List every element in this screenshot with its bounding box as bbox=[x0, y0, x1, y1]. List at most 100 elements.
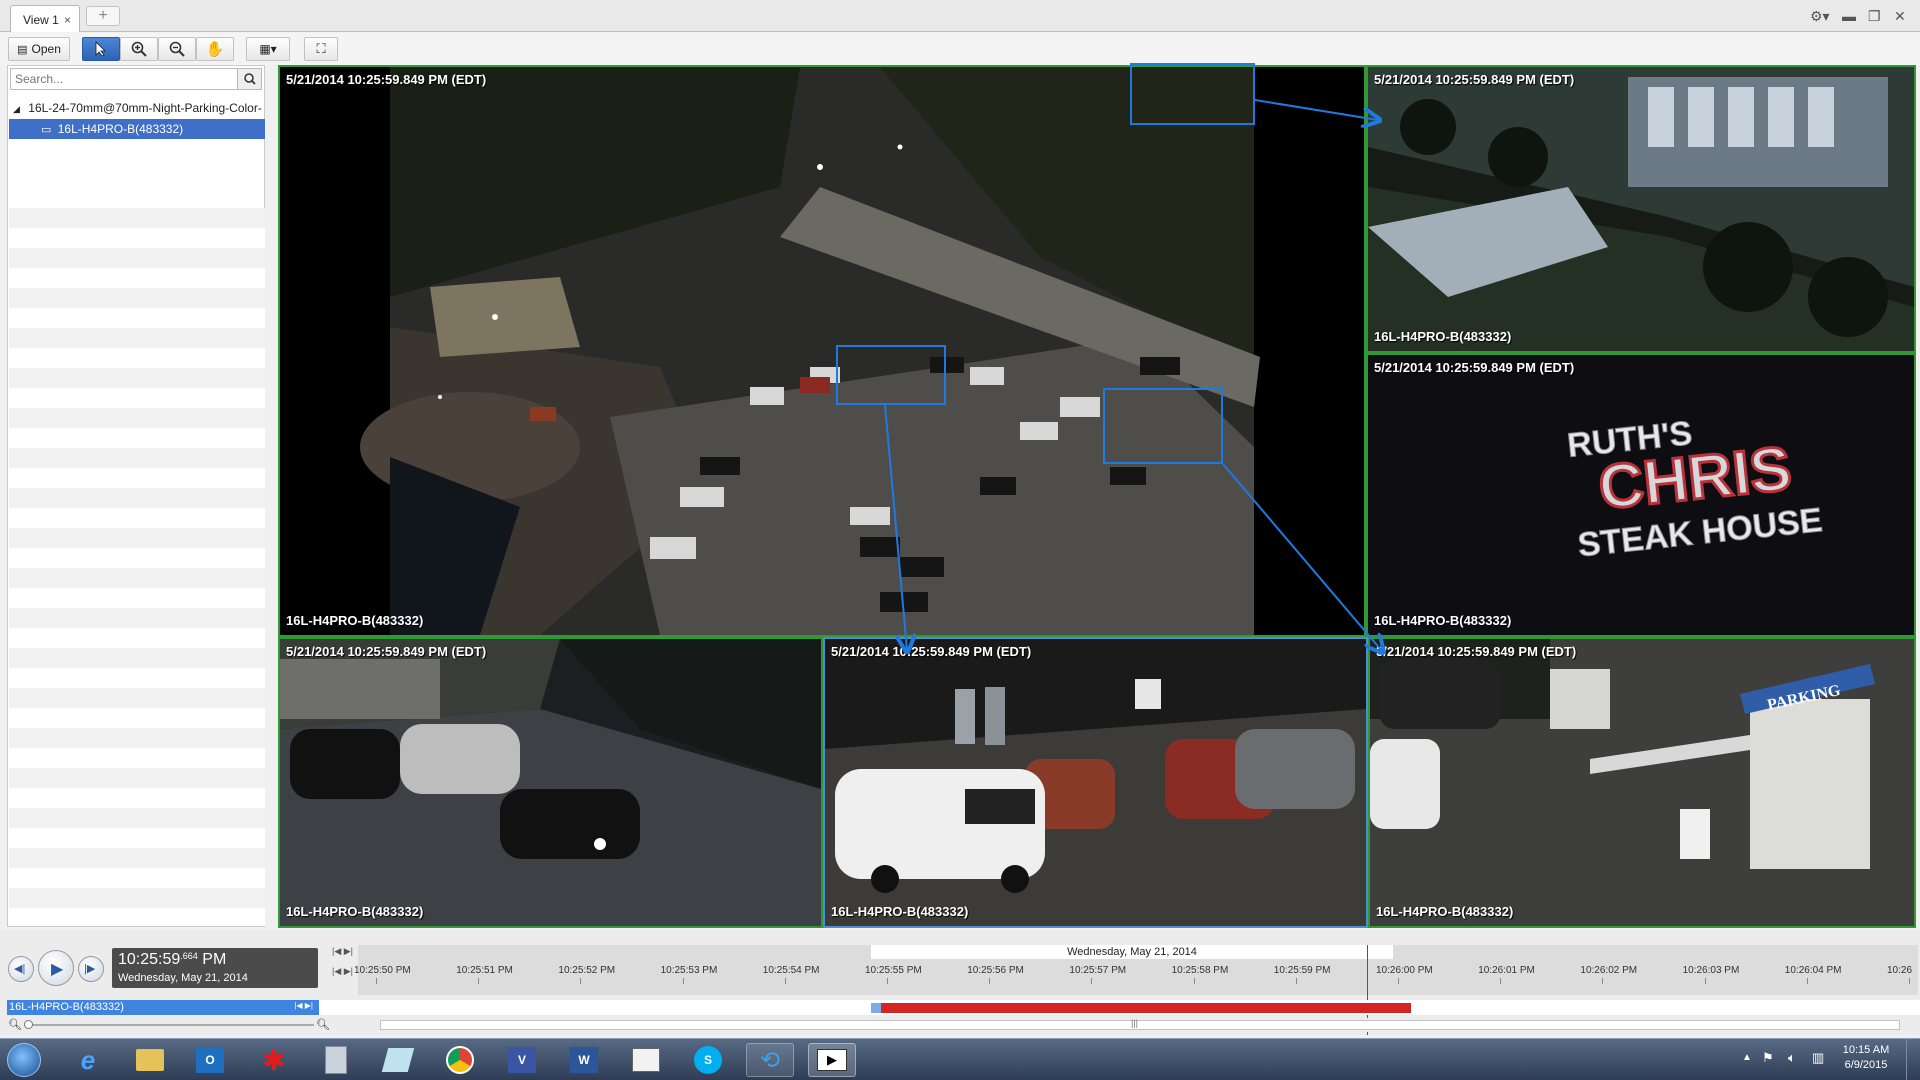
taskbar-player[interactable]: ▶ bbox=[808, 1043, 856, 1077]
zoom-slider[interactable] bbox=[24, 1020, 314, 1029]
time-ampm: PM bbox=[202, 951, 227, 968]
timeline-tick-mark bbox=[1295, 978, 1297, 984]
taskbar-vms-client[interactable]: ⟲ bbox=[746, 1043, 794, 1077]
select-tool-button[interactable] bbox=[82, 37, 120, 61]
timeline-tick-label: 10:26:04 PM bbox=[1784, 965, 1842, 976]
zoom-slider-thumb[interactable] bbox=[24, 1020, 33, 1029]
timeline-tick-mark bbox=[682, 978, 684, 984]
timeline-tick-label: 10:26:01 PM bbox=[1478, 965, 1535, 976]
taskbar-visio[interactable]: V bbox=[498, 1043, 546, 1077]
taskbar-word[interactable]: W bbox=[560, 1043, 608, 1077]
timeline-tick-mark bbox=[989, 978, 991, 984]
step-back-button[interactable]: ◀| bbox=[8, 956, 34, 982]
volume-icon[interactable]: 🔈︎ bbox=[1788, 1050, 1796, 1066]
zoom-out-button[interactable] bbox=[158, 37, 196, 61]
timeline-ruler[interactable]: Wednesday, May 21, 2014 10:25:50 PM 10:25… bbox=[354, 945, 1918, 1035]
tray-expand-icon[interactable]: ▲ bbox=[1742, 1052, 1752, 1063]
network-icon[interactable]: ▥ bbox=[1812, 1050, 1824, 1066]
tile-timestamp: 5/21/2014 10:25:59.849 PM (EDT) bbox=[1374, 72, 1575, 87]
expand-arrow-icon[interactable]: ◢ bbox=[13, 104, 20, 114]
search-button[interactable] bbox=[237, 69, 261, 89]
system-clock[interactable]: 10:15 AM 6/9/2015 bbox=[1836, 1044, 1896, 1071]
timeline-tick-label: 10:25:50 PM bbox=[354, 965, 411, 976]
roi-box-parking[interactable] bbox=[1103, 388, 1223, 464]
timeline-tick-mark bbox=[1091, 978, 1093, 984]
timeline-tick-mark bbox=[580, 978, 582, 984]
taskbar-notes[interactable] bbox=[374, 1043, 422, 1077]
taskbar-calculator[interactable] bbox=[312, 1043, 360, 1077]
clock-date: 6/9/2015 bbox=[1844, 1059, 1888, 1071]
timeline-tick-mark bbox=[1909, 978, 1910, 984]
recording-segment[interactable] bbox=[871, 1003, 1411, 1013]
taskbar-ie[interactable]: e bbox=[64, 1043, 112, 1077]
tile-camera-label: 16L-H4PRO-B(483332) bbox=[1374, 613, 1512, 628]
taskbar-skype[interactable]: S bbox=[684, 1043, 732, 1077]
timeline-tick-mark bbox=[478, 978, 480, 984]
time-milliseconds: .664 bbox=[180, 951, 198, 961]
minimize-icon[interactable]: ▬ bbox=[1842, 8, 1856, 24]
video-tile-roi-street[interactable]: 5/21/2014 10:25:59.849 PM (EDT) 16L-H4PR… bbox=[278, 637, 823, 928]
play-button[interactable]: ▶ bbox=[38, 950, 74, 986]
toolbar: ▤ Open ✋ ▦▾ ⛶ bbox=[0, 33, 1920, 65]
action-center-icon[interactable]: ⚑ bbox=[1762, 1050, 1774, 1066]
close-window-icon[interactable]: ✕ bbox=[1894, 8, 1906, 25]
building-video-frame bbox=[1368, 67, 1914, 351]
zoom-out-small-icon[interactable]: 🔍︎ bbox=[8, 1018, 22, 1031]
fullscreen-button[interactable]: ⛶ bbox=[304, 37, 338, 61]
player-icon: ▶ bbox=[817, 1049, 847, 1071]
video-tile-roi-parking[interactable]: PARKING 5/21/2014 10:25:59.849 PM (EDT) … bbox=[1368, 637, 1916, 928]
tile-camera-label: 16L-H4PRO-B(483332) bbox=[1374, 329, 1512, 344]
video-tile-roi-van[interactable]: 5/21/2014 10:25:59.849 PM (EDT) 16L-H4PR… bbox=[823, 637, 1368, 928]
tree-empty-rows bbox=[9, 208, 265, 926]
skip-start-icon-2[interactable]: |◀ ▶| bbox=[332, 966, 353, 977]
timeline-scrollbar[interactable]: ||| bbox=[380, 1018, 1900, 1030]
recording-segment-start bbox=[871, 1003, 881, 1013]
layout-button[interactable]: ▦▾ bbox=[246, 37, 290, 61]
taskbar-explorer[interactable] bbox=[126, 1043, 174, 1077]
video-tile-roi-sign[interactable]: RUTH'S CHRIS STEAK HOUSE 5/21/2014 10:25… bbox=[1366, 353, 1916, 637]
pan-tool-button[interactable]: ✋ bbox=[196, 37, 234, 61]
restore-icon[interactable]: ❐ bbox=[1868, 8, 1881, 25]
timeline-tick-label: 10:26:02 PM bbox=[1580, 965, 1638, 976]
timeline-tick-label: 10:25:56 PM bbox=[967, 965, 1024, 976]
timeline-tick-label: 10:26:00 PM bbox=[1376, 965, 1433, 976]
track-label-text: 16L-H4PRO-B(483332) bbox=[9, 1001, 124, 1013]
track-nav-icon[interactable]: |◀ ▶| bbox=[294, 1001, 313, 1010]
timeline-tick-label: 10:26 bbox=[1887, 965, 1913, 976]
clock-time: 10:15 AM bbox=[1842, 1044, 1890, 1056]
track-label[interactable]: 16L-H4PRO-B(483332) |◀ ▶| bbox=[7, 1000, 319, 1015]
video-tile-roi-building[interactable]: 5/21/2014 10:25:59.849 PM (EDT) 16L-H4PR… bbox=[1366, 65, 1916, 353]
start-button[interactable] bbox=[2, 1043, 46, 1077]
video-tile-overview[interactable]: 5/21/2014 10:25:59.849 PM (EDT) 16L-H4PR… bbox=[278, 65, 1366, 637]
taskbar-paint-app[interactable]: ✱ bbox=[250, 1043, 298, 1077]
skip-start-icon[interactable]: |◀ ▶| bbox=[332, 946, 353, 957]
tile-timestamp: 5/21/2014 10:25:59.849 PM (EDT) bbox=[286, 644, 487, 659]
new-tab-button[interactable]: + bbox=[86, 6, 120, 26]
tile-timestamp: 5/21/2014 10:25:59.849 PM (EDT) bbox=[286, 72, 487, 87]
step-forward-button[interactable]: |▶ bbox=[78, 956, 104, 982]
word-icon: W bbox=[570, 1047, 598, 1073]
tree-item-camera[interactable]: ▭ 16L-H4PRO-B(483332) bbox=[9, 119, 265, 139]
step-back-icon: ◀| bbox=[14, 963, 26, 975]
show-desktop-button[interactable] bbox=[1906, 1039, 1920, 1080]
tree-item-camera-group[interactable]: ◢ 16L-24-70mm@70mm-Night-Parking-Color- bbox=[9, 98, 265, 118]
settings-gear-icon[interactable]: ⚙▾ bbox=[1810, 8, 1830, 25]
open-button[interactable]: ▤ Open bbox=[8, 37, 70, 61]
camera-icon: ▭ bbox=[41, 124, 52, 136]
taskbar-outlook[interactable]: O bbox=[186, 1043, 234, 1077]
taskbar-chrome[interactable] bbox=[436, 1043, 484, 1077]
layout-grid-icon: ▦▾ bbox=[259, 42, 277, 56]
roi-box-van[interactable] bbox=[836, 345, 946, 405]
vms-client-icon: ⟲ bbox=[759, 1046, 781, 1074]
roi-box-building[interactable] bbox=[1130, 63, 1255, 125]
recording-track: 16L-H4PRO-B(483332) |◀ ▶| bbox=[7, 1000, 1920, 1015]
search-input[interactable] bbox=[11, 69, 237, 89]
tab-view-1[interactable]: View 1 × bbox=[10, 5, 80, 32]
sign-video-frame: RUTH'S CHRIS STEAK HOUSE bbox=[1368, 355, 1914, 635]
zoom-in-button[interactable] bbox=[120, 37, 158, 61]
tab-close-icon[interactable]: × bbox=[64, 13, 71, 27]
zoom-in-small-icon[interactable]: 🔍︎ bbox=[316, 1018, 330, 1031]
taskbar-window-app[interactable] bbox=[622, 1043, 670, 1077]
timeline-tick-mark bbox=[784, 978, 786, 984]
timeline-date-header: Wednesday, May 21, 2014 bbox=[871, 945, 1393, 959]
